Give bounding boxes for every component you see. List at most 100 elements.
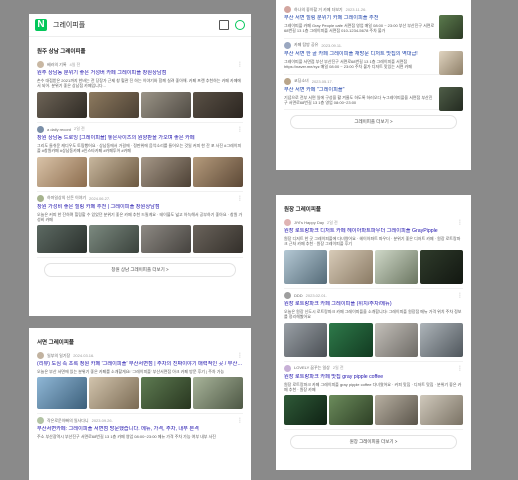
thumbnail[interactable] (284, 322, 328, 357)
avatar (284, 291, 291, 299)
thumbnail[interactable] (141, 91, 191, 118)
thumbnail[interactable] (374, 395, 418, 426)
post-title[interactable]: 원장 로트랑파크 디저트 카페 헤이아파트파우더 그레이피플 GrayPippl… (284, 228, 463, 235)
post-title[interactable]: (리뷰) 도심 속 초록 정원 카페 '그레이피플' 부산서면점 | 주차의 진… (37, 361, 243, 368)
list-item[interactable]: JiYi's Happy Day 2일 전 ⋮ 원장 로트랑파크 디저트 카페 헤… (284, 216, 463, 289)
thumbnail[interactable] (141, 156, 191, 187)
thumbnail[interactable] (439, 50, 463, 75)
more-options-icon[interactable]: ⋮ (457, 365, 463, 372)
post-title[interactable]: 원장 로트랑파크 카페 그레이피플 (위치/주차/메뉴) (284, 301, 463, 308)
more-options-icon[interactable]: ⋮ (237, 417, 243, 424)
more-options-icon[interactable]: ⋮ (237, 61, 243, 68)
post-snippet: 오늘은 부산 서면에 있는 분위기 좋은 카페를 소개할게요! '그레이피플' … (37, 369, 225, 374)
more-results-button[interactable]: 그레이피플 더보기 > (290, 115, 457, 130)
thumbnail-strip[interactable] (37, 377, 243, 410)
thumbnail[interactable] (374, 249, 418, 284)
list-item[interactable]: a daily record 2일 전 ⋮ 창원 상남동 드로잉 [그레이피플] … (37, 123, 243, 192)
post-date: 2023.05.17. (311, 78, 333, 84)
author[interactable]: a daily record (47, 127, 71, 132)
post-title[interactable]: 부산서면카페: 그레이피플 서면점 방문했습니다. 메뉴, 가격, 주차, 내부… (37, 426, 243, 433)
menu-icon[interactable] (219, 20, 229, 30)
thumbnail[interactable] (89, 156, 139, 187)
thumbnail[interactable] (193, 156, 243, 187)
post-snippet: 기념으로 전부 서면 일에 구성을 활 겨울도 하도록 하러오다 누그레이피플을… (284, 94, 433, 106)
author[interactable]: 카페 탐방 공유 (294, 42, 318, 48)
more-options-icon[interactable]: ⋮ (237, 195, 243, 202)
post-title[interactable]: 부산 서면 한 골 카페 그레이피플 재방문 디저트 맛집의 역대급! (284, 51, 435, 58)
post-title[interactable]: 부산 서면 힐링 분위기 카페 그레이피플 추천 (284, 15, 435, 22)
author[interactable]: JiYi's Happy Day (294, 220, 324, 225)
section-title: 원장 그레이피플 (284, 207, 321, 213)
thumbnail-strip[interactable] (37, 225, 243, 254)
thumbnail[interactable] (419, 395, 463, 426)
thumbnail[interactable] (141, 225, 191, 254)
more-results-button[interactable]: 창원 상남 그레이피플 더보기 > (44, 263, 236, 278)
list-item[interactable]: 일부의 일기장 2024.03.16. ⋮ (리뷰) 도심 속 초록 정원 카페 … (37, 349, 243, 415)
thumbnail-strip[interactable] (284, 395, 463, 426)
post-title[interactable]: 창원 가성비 좋은 힐링 카페 추천 | 그레이피플 창원상남점 (37, 204, 243, 211)
author[interactable]: LOVELY 꿈꾸는 일상 (294, 365, 330, 371)
thumbnail[interactable] (193, 91, 243, 118)
more-options-icon[interactable]: ⋮ (457, 292, 463, 299)
list-item[interactable]: 하나의 좋아할 거 카페 더보기 2023.11.26. 부산 서면 힐링 분위기… (284, 3, 463, 39)
thumbnail-strip[interactable] (37, 91, 243, 118)
author[interactable]: 하마일상의 신돈 이야기 (47, 195, 86, 201)
avatar (284, 6, 291, 13)
naver-logo[interactable]: N (35, 19, 47, 31)
list-item[interactable]: 코딩소녀 2023.05.17. 부산 서면 카페 "그레이피플" 기념으로 전부… (284, 75, 463, 111)
post-date: 2024.03.16. (73, 353, 95, 358)
author[interactable]: DDD (294, 293, 303, 298)
post-snippet: 주소 부산광역시 부산진구 서면로68번길 13 1층 카페 영업 08:00~… (37, 434, 216, 440)
thumbnail[interactable] (141, 377, 191, 410)
more-options-icon[interactable]: ⋮ (237, 126, 243, 133)
more-results-button[interactable]: 원장 그레이피플 더보기 > (290, 435, 457, 450)
thumbnail[interactable] (284, 395, 328, 426)
thumbnail[interactable] (193, 377, 243, 410)
post-title[interactable]: 원장 로트랑파크 카페 맛집 gray pipple coffee (284, 374, 463, 381)
search-icon[interactable] (235, 20, 245, 30)
thumbnail[interactable] (193, 225, 243, 254)
list-item[interactable]: DDD 2023.02.01. ⋮ 원장 로트랑파크 카페 그레이피플 (위치/주… (284, 289, 463, 362)
list-item[interactable]: 카페 탐방 공유 2023.09.11. 부산 서면 한 골 카페 그레이피플 재… (284, 39, 463, 75)
thumbnail[interactable] (419, 322, 463, 357)
post-snippet: 그리도 들쉬운 캐디우도 토핑했어요 · 상남동에서 거걸에 · 정판위에 음악… (37, 142, 242, 154)
thumbnail-strip[interactable] (284, 322, 463, 357)
thumbnail[interactable] (89, 377, 139, 410)
thumbnail[interactable] (89, 225, 139, 254)
thumbnail[interactable] (37, 225, 87, 254)
author[interactable]: 작은로운아빠의 일사다니 (47, 418, 89, 424)
post-date: 2023.09.11. (321, 42, 343, 48)
thumbnail[interactable] (439, 15, 463, 39)
thumbnail[interactable] (374, 322, 418, 357)
thumbnail-strip[interactable] (284, 249, 463, 284)
author[interactable]: 베러의 기록 (47, 62, 67, 68)
author[interactable]: 하나의 좋아할 거 카페 더보기 (294, 7, 343, 13)
list-item[interactable]: LOVELY 꿈꾸는 일상 2일 전 ⋮ 원장 로트랑파크 카페 맛집 gray … (284, 362, 463, 431)
avatar (37, 352, 44, 359)
thumbnail[interactable] (419, 249, 463, 284)
post-snippet: 그레이피플 카페 Gray People cafe 서면점 영업 매일 08:0… (284, 23, 435, 34)
post-title[interactable]: 창원 상남동 드로잉 [그레이피플] 놓은사이즈의 원양판을 가오며 좋은 카페 (37, 135, 243, 142)
thumbnail[interactable] (37, 91, 87, 118)
thumbnail[interactable] (37, 377, 87, 410)
thumbnail[interactable] (284, 249, 328, 284)
author[interactable]: 코딩소녀 (294, 78, 309, 84)
post-title[interactable]: 원주 상남동 분위기 좋은 거성버 카페 그레이피플 창원상남점 (37, 70, 243, 77)
thumbnail[interactable] (89, 91, 139, 118)
thumbnail[interactable] (439, 86, 463, 111)
thumbnail[interactable] (329, 395, 373, 426)
more-options-icon[interactable]: ⋮ (237, 352, 243, 359)
post-date: 2일 전 (332, 365, 344, 371)
thumbnail[interactable] (37, 156, 87, 187)
search-query[interactable]: 그레이피플 (53, 20, 213, 30)
thumbnail-strip[interactable] (37, 156, 243, 187)
list-item[interactable]: 베러의 기록 4일 전 ⋮ 원주 상남동 분위기 좋은 거성버 카페 그레이피플 … (37, 58, 243, 123)
thumbnail[interactable] (329, 322, 373, 357)
thumbnail[interactable] (329, 249, 373, 284)
list-item[interactable]: 작은로운아빠의 일사다니 2023.09.26. ⋮ 부산서면카페: 그레이피플 … (37, 414, 243, 443)
more-options-icon[interactable]: ⋮ (457, 219, 463, 226)
author[interactable]: 일부의 일기장 (47, 353, 70, 359)
post-title[interactable]: 부산 서면 카페 "그레이피플" (284, 87, 435, 94)
list-item[interactable]: 하마일상의 신돈 이야기 2024.06.27. ⋮ 창원 가성비 좋은 힐링 카… (37, 192, 243, 259)
avatar (284, 77, 291, 85)
